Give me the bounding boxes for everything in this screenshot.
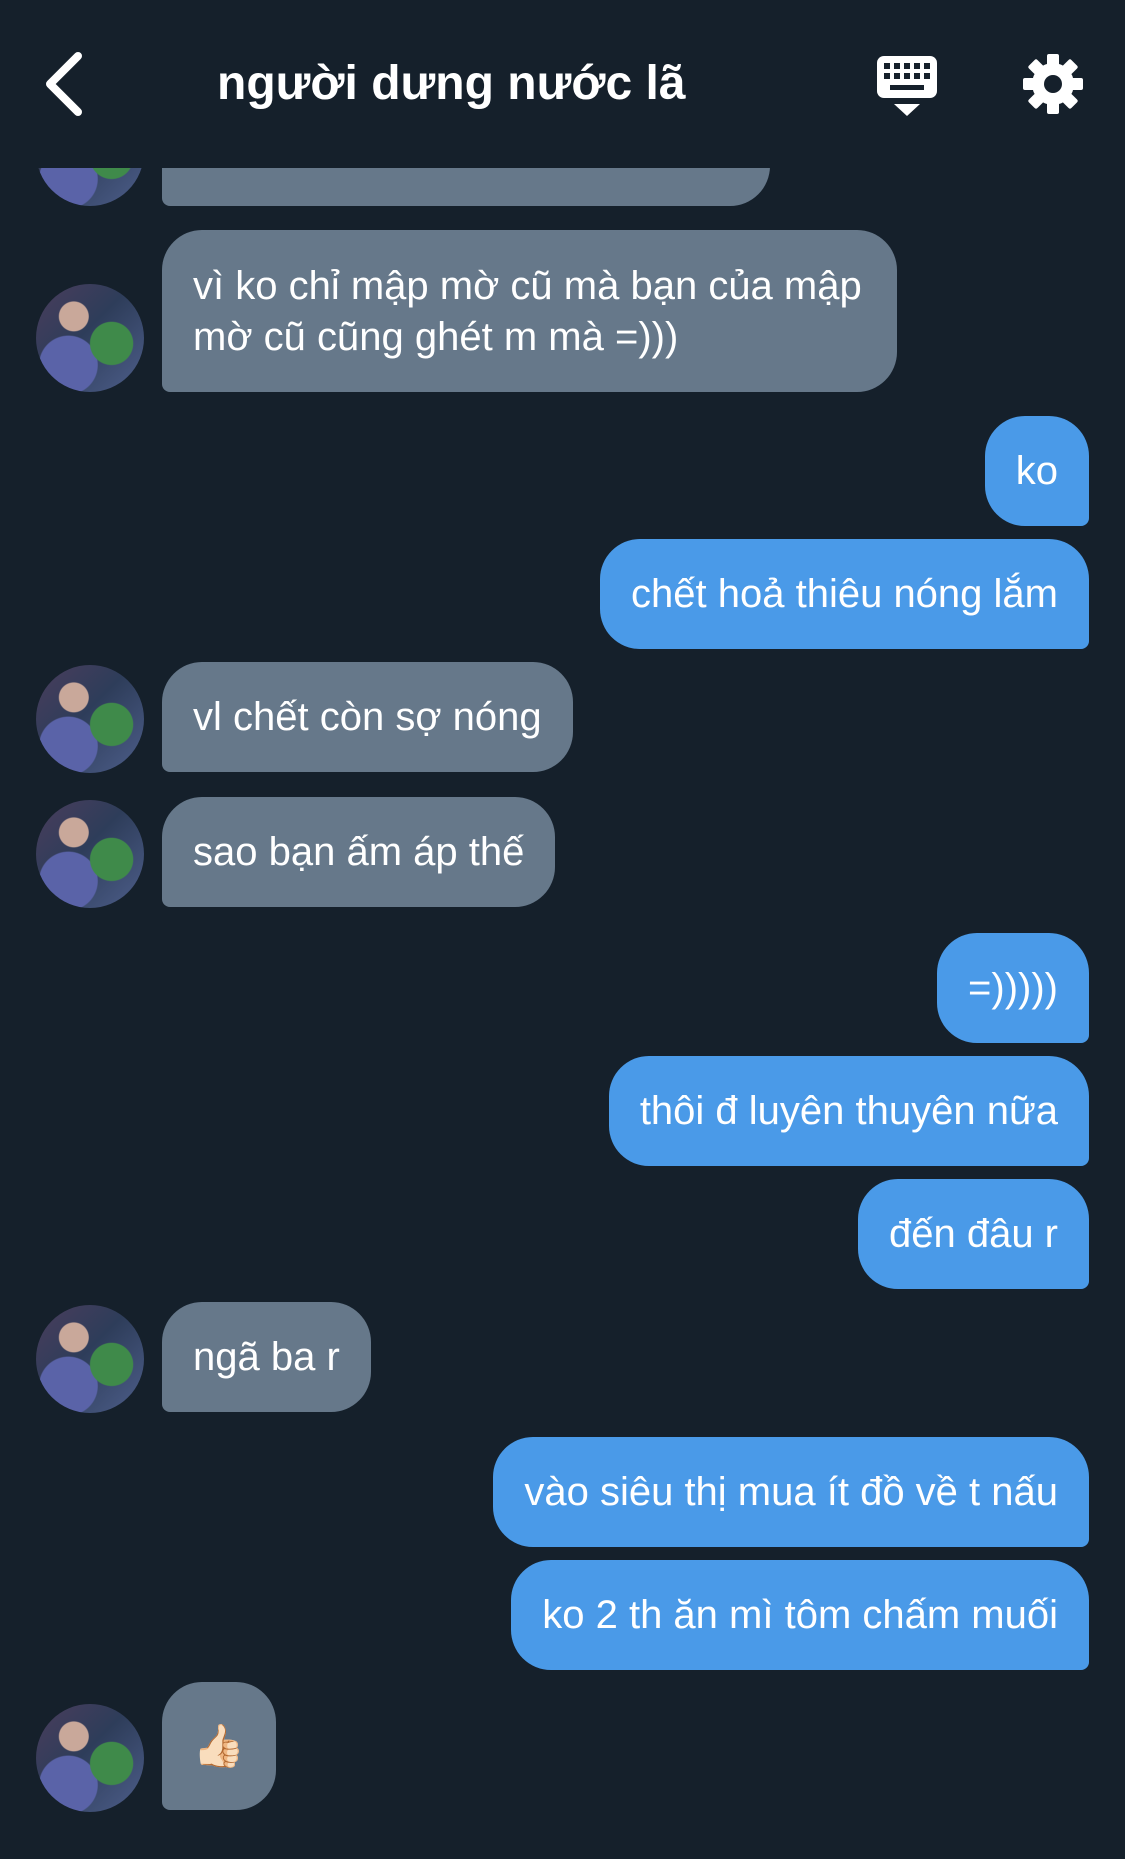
sent-message[interactable]: thôi đ luyên thuyên nữa xyxy=(608,1056,1089,1166)
sent-message[interactable]: đến đâu r xyxy=(857,1179,1089,1289)
sent-message[interactable]: =))))) xyxy=(937,933,1089,1043)
back-button[interactable] xyxy=(40,48,90,120)
chat-screen: người dưng nước lã vì ko chỉ mập mờ cũ m… xyxy=(0,0,1125,1859)
received-message[interactable]: ngã ba r xyxy=(162,1302,371,1412)
chat-header: người dưng nước lã xyxy=(0,0,1125,168)
received-message[interactable]: vì ko chỉ mập mờ cũ mà bạn của mập mờ cũ… xyxy=(162,230,897,392)
message-text: vào siêu thị mua ít đồ về t nấu xyxy=(524,1470,1058,1514)
received-message[interactable]: sao bạn ấm áp thế xyxy=(162,797,556,907)
message-text: vì ko chỉ mập mờ cũ mà bạn của mập mờ cũ… xyxy=(193,264,862,359)
message-text: thôi đ luyên thuyên nữa xyxy=(639,1089,1058,1133)
contact-avatar[interactable] xyxy=(36,284,144,392)
message-text: vl chết còn sợ nóng xyxy=(193,695,542,739)
thumbs-up-emoji: 👍🏻 xyxy=(192,1722,246,1769)
gear-icon xyxy=(1023,54,1083,114)
contact-avatar[interactable] xyxy=(36,665,144,773)
received-message[interactable]: vl chết còn sợ nóng xyxy=(162,662,573,772)
contact-avatar[interactable] xyxy=(36,1305,144,1413)
contact-avatar[interactable] xyxy=(36,1704,144,1812)
keyboard-toggle-button[interactable] xyxy=(874,54,940,120)
keyboard-icon xyxy=(877,56,937,116)
message-text: =))))) xyxy=(968,966,1058,1010)
chevron-left-icon xyxy=(46,52,82,116)
received-message[interactable]: 👍🏻 xyxy=(162,1682,276,1810)
message-text: chết hoả thiêu nóng lắm xyxy=(631,572,1058,616)
contact-avatar[interactable] xyxy=(36,800,144,908)
sent-message[interactable]: chết hoả thiêu nóng lắm xyxy=(600,539,1089,649)
sent-message[interactable]: ko 2 th ăn mì tôm chấm muối xyxy=(511,1560,1089,1670)
message-text: ngã ba r xyxy=(193,1335,340,1379)
conversation-title: người dưng nước lã xyxy=(217,57,686,110)
message-text: sao bạn ấm áp thế xyxy=(193,830,525,874)
message-text: ko xyxy=(1015,449,1058,493)
message-text: đến đâu r xyxy=(888,1212,1058,1256)
sent-message[interactable]: vào siêu thị mua ít đồ về t nấu xyxy=(493,1437,1089,1547)
message-text: ko 2 th ăn mì tôm chấm muối xyxy=(542,1593,1058,1637)
settings-button[interactable] xyxy=(1021,52,1085,116)
sent-message[interactable]: ko xyxy=(984,416,1089,526)
